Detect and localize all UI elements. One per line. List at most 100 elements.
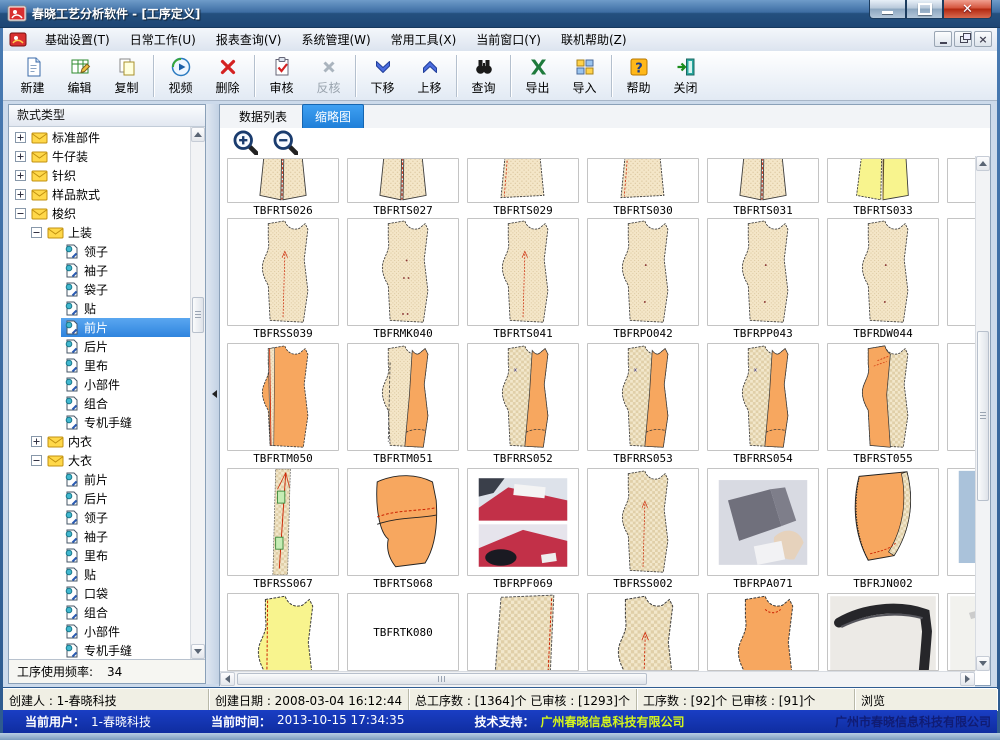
thumbnail-cell-0-4[interactable] <box>707 158 819 203</box>
tree-item-16[interactable]: 内衣 <box>9 432 191 451</box>
toolbar-button-5[interactable]: 审核 <box>258 53 305 99</box>
menu-item-2[interactable]: 报表查询(V) <box>206 28 292 51</box>
toolbar-button-13[interactable]: 关闭 <box>662 53 709 99</box>
tree-item-27[interactable]: 专机手缝 <box>9 641 191 659</box>
tree-item-24[interactable]: 口袋 <box>9 584 191 603</box>
thumbnail-cell-2-1[interactable] <box>347 343 459 451</box>
thumbnail-cell-3-1[interactable] <box>347 468 459 576</box>
thumbnail-cell-0-1[interactable] <box>347 158 459 203</box>
menu-item-1[interactable]: 日常工作(U) <box>120 28 206 51</box>
tree-item-18[interactable]: 前片 <box>9 470 191 489</box>
mdi-minimize-button[interactable] <box>934 31 952 47</box>
toolbar-button-11[interactable]: 导入 <box>561 53 608 99</box>
thumbnail-cell-1-1[interactable] <box>347 218 459 326</box>
thumbnail-cell-3-6[interactable] <box>947 468 975 576</box>
thumbnail-cell-4-0[interactable] <box>227 593 339 671</box>
toolbar-button-4[interactable]: 删除 <box>204 53 251 99</box>
expand-plus-icon[interactable] <box>15 189 26 200</box>
maximize-button[interactable] <box>906 0 943 19</box>
tree-item-10[interactable]: 前片 <box>9 318 191 337</box>
thumbnail-cell-2-4[interactable]: x <box>707 343 819 451</box>
tree-scrollbar[interactable] <box>190 127 205 659</box>
menu-item-6[interactable]: 联机帮助(Z) <box>551 28 637 51</box>
toolbar-button-6[interactable]: 反核 <box>305 53 352 99</box>
thumbnail-cell-1-4[interactable] <box>707 218 819 326</box>
toolbar-button-2[interactable]: 复制 <box>103 53 150 99</box>
tree-item-4[interactable]: 梭织 <box>9 204 191 223</box>
collapse-minus-icon[interactable] <box>31 455 42 466</box>
menu-item-0[interactable]: 基础设置(T) <box>35 28 120 51</box>
tree-item-23[interactable]: 贴 <box>9 565 191 584</box>
grid-vertical-scrollbar[interactable] <box>975 156 990 671</box>
tree-item-26[interactable]: 小部件 <box>9 622 191 641</box>
thumbnail-cell-0-3[interactable] <box>587 158 699 203</box>
expand-plus-icon[interactable] <box>15 151 26 162</box>
tree-item-12[interactable]: 里布 <box>9 356 191 375</box>
thumbnail-cell-1-5[interactable] <box>827 218 939 326</box>
thumbnail-cell-3-3[interactable] <box>587 468 699 576</box>
grid-scroll-left-button[interactable] <box>220 672 235 686</box>
thumbnail-cell-1-6[interactable] <box>947 218 975 326</box>
toolbar-button-12[interactable]: ?帮助 <box>615 53 662 99</box>
tree-item-6[interactable]: 领子 <box>9 242 191 261</box>
menu-item-4[interactable]: 常用工具(X) <box>381 28 467 51</box>
mdi-restore-button[interactable] <box>954 31 972 47</box>
thumbnail-cell-4-4[interactable] <box>707 593 819 671</box>
grid-vscrollbar-thumb[interactable] <box>977 331 989 501</box>
mdi-close-button[interactable]: × <box>974 31 992 47</box>
tree-item-22[interactable]: 里布 <box>9 546 191 565</box>
tree-item-19[interactable]: 后片 <box>9 489 191 508</box>
toolbar-button-1[interactable]: 编辑 <box>56 53 103 99</box>
expand-plus-icon[interactable] <box>15 132 26 143</box>
zoom-out-button[interactable] <box>272 129 298 155</box>
thumbnail-cell-2-2[interactable]: x <box>467 343 579 451</box>
tree-item-25[interactable]: 组合 <box>9 603 191 622</box>
tab-0[interactable]: 数据列表 <box>226 104 300 128</box>
tree-item-14[interactable]: 组合 <box>9 394 191 413</box>
thumbnail-cell-3-0[interactable] <box>227 468 339 576</box>
tree-item-9[interactable]: 贴 <box>9 299 191 318</box>
menu-item-3[interactable]: 系统管理(W) <box>291 28 380 51</box>
tree-scroll-down-button[interactable] <box>191 644 205 659</box>
toolbar-button-0[interactable]: 新建 <box>9 53 56 99</box>
toolbar-button-9[interactable]: 查询 <box>460 53 507 99</box>
grid-hscrollbar-thumb[interactable] <box>237 673 647 685</box>
thumbnail-cell-4-5[interactable] <box>827 593 939 671</box>
tree-scrollbar-thumb[interactable] <box>192 297 204 333</box>
thumbnail-cell-0-5[interactable] <box>827 158 939 203</box>
thumbnail-cell-3-4[interactable] <box>707 468 819 576</box>
thumbnail-cell-0-0[interactable] <box>227 158 339 203</box>
toolbar-button-8[interactable]: 上移 <box>406 53 453 99</box>
toolbar-button-7[interactable]: 下移 <box>359 53 406 99</box>
tab-1[interactable]: 缩略图 <box>302 104 364 128</box>
thumbnail-cell-1-3[interactable] <box>587 218 699 326</box>
tree-item-8[interactable]: 袋子 <box>9 280 191 299</box>
grid-scroll-down-button[interactable] <box>976 656 990 671</box>
thumbnail-cell-4-1[interactable]: TBFRTK080 <box>347 593 459 671</box>
thumbnail-cell-0-6[interactable] <box>947 158 975 203</box>
thumbnail-cell-0-2[interactable] <box>467 158 579 203</box>
thumbnail-cell-1-0[interactable] <box>227 218 339 326</box>
collapse-minus-icon[interactable] <box>31 227 42 238</box>
tree-item-20[interactable]: 领子 <box>9 508 191 527</box>
minimize-button[interactable] <box>869 0 906 19</box>
grid-scroll-up-button[interactable] <box>976 156 990 171</box>
tree-item-15[interactable]: 专机手缝 <box>9 413 191 432</box>
tree-item-5[interactable]: 上装 <box>9 223 191 242</box>
thumbnail-cell-1-2[interactable] <box>467 218 579 326</box>
tree-item-2[interactable]: 针织 <box>9 166 191 185</box>
grid-horizontal-scrollbar[interactable] <box>220 671 975 687</box>
tree-item-0[interactable]: 标准部件 <box>9 128 191 147</box>
zoom-in-button[interactable] <box>232 129 258 155</box>
thumbnail-cell-4-2[interactable] <box>467 593 579 671</box>
thumbnail-cell-3-2[interactable] <box>467 468 579 576</box>
collapse-minus-icon[interactable] <box>15 208 26 219</box>
toolbar-button-3[interactable]: 视频 <box>157 53 204 99</box>
expand-plus-icon[interactable] <box>15 170 26 181</box>
tree-scroll-up-button[interactable] <box>191 127 205 142</box>
tree-item-17[interactable]: 大衣 <box>9 451 191 470</box>
grid-scroll-right-button[interactable] <box>960 672 975 686</box>
thumbnail-cell-4-3[interactable] <box>587 593 699 671</box>
tree-item-11[interactable]: 后片 <box>9 337 191 356</box>
tree-item-1[interactable]: 牛仔装 <box>9 147 191 166</box>
